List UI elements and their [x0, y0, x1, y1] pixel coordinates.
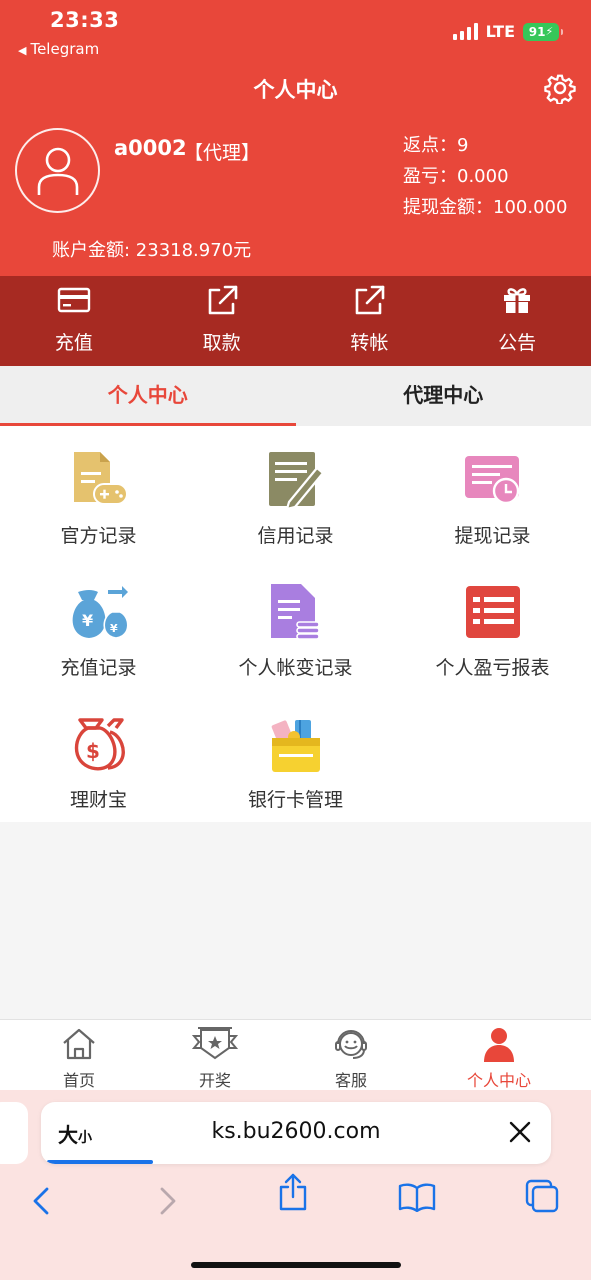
forward-icon[interactable] [158, 1186, 178, 1216]
recharge-button[interactable]: 充值 [0, 276, 148, 366]
document-clock-icon [464, 456, 519, 505]
nav-lottery-results[interactable]: 开奖 [155, 1020, 275, 1091]
action-bar: 充值 取款 转帐 公告 [0, 276, 591, 366]
list-table-icon [465, 586, 520, 638]
person-icon [484, 1028, 514, 1062]
external-link-icon [356, 285, 385, 315]
close-icon[interactable] [509, 1121, 531, 1143]
transfer-button[interactable]: 转帐 [296, 276, 444, 366]
recharge-label: 充值 [54, 332, 93, 354]
nav-personal-center[interactable]: 个人中心 [439, 1020, 559, 1091]
avatar[interactable] [15, 128, 100, 213]
back-triangle-icon: ◀ [18, 44, 27, 57]
card-icon [57, 287, 91, 313]
back-icon[interactable] [31, 1186, 51, 1216]
account-balance: 账户金额: 23318.970元 [52, 240, 252, 261]
gift-icon [504, 288, 531, 313]
dollar-bags-icon: $ [74, 718, 125, 771]
tab-personal-center[interactable]: 个人中心 [0, 366, 296, 426]
tabs-icon[interactable] [524, 1178, 560, 1214]
username: a0002 [114, 136, 187, 160]
browser-toolbar [0, 1173, 591, 1220]
money-bags-icon: ¥ ¥ [72, 586, 129, 639]
tab-agent-center[interactable]: 代理中心 [296, 366, 591, 426]
withdraw-amount-value: 提现金额：100.000 [403, 197, 568, 218]
profit-value: 盈亏：0.000 [403, 166, 509, 187]
profile-header: 23:33 ◀ Telegram LTE 91 ⚡ 个人中心 a0002 【代理】 … [0, 0, 591, 276]
battery-icon: 91 ⚡ [523, 22, 563, 41]
withdraw-button[interactable]: 取款 [148, 276, 296, 366]
grid-label: 信用记录 [257, 525, 334, 547]
network-label: LTE [485, 22, 515, 41]
transfer-label: 转帐 [350, 332, 389, 354]
bottom-navigation: 首页 开奖 客服 个人中心 [0, 1019, 591, 1090]
bookmarks-icon[interactable] [398, 1182, 436, 1212]
battery-level: 91 [528, 24, 546, 39]
withdraw-label: 取款 [202, 332, 241, 354]
nav-label: 首页 [62, 1071, 95, 1090]
grid-label: 个人盈亏报表 [435, 657, 550, 679]
previous-tab-card[interactable] [0, 1102, 28, 1164]
grid-label: 提现记录 [454, 525, 531, 547]
grid-label: 理财宝 [69, 789, 127, 811]
external-link-icon [208, 285, 237, 315]
badge-star-icon [192, 1027, 238, 1060]
role-badge: 【代理】 [184, 142, 261, 164]
nav-label: 客服 [334, 1071, 367, 1090]
back-app-label: Telegram [30, 40, 100, 58]
document-pen-icon [268, 452, 324, 511]
svg-text:¥: ¥ [82, 611, 93, 630]
announcement-label: 公告 [498, 332, 537, 354]
page-load-progress [47, 1160, 153, 1164]
address-bar[interactable]: 大小 ks.bu2600.com [41, 1102, 551, 1164]
signal-icon [452, 23, 478, 40]
grid-item-credit-records[interactable]: 信用记录 [197, 426, 394, 558]
browser-chrome: 大小 ks.bu2600.com [0, 1090, 591, 1280]
grid-item-wealth-management[interactable]: $ 理财宝 [0, 690, 197, 822]
grid-item-official-records[interactable]: 官方记录 [0, 426, 197, 558]
user-icon [37, 147, 79, 195]
center-tabs: 个人中心 代理中心 [0, 366, 591, 426]
nav-label: 开奖 [198, 1071, 231, 1090]
nav-home[interactable]: 首页 [19, 1020, 139, 1091]
grid-item-recharge-records[interactable]: ¥ ¥ 充值记录 [0, 558, 197, 690]
function-grid: 官方记录 信用记录 提现记录 ¥ ¥ 充值记录 个人帐变记录 个人盈亏报表 $ … [0, 426, 591, 822]
grid-item-profit-report[interactable]: 个人盈亏报表 [394, 558, 591, 690]
svg-text:¥: ¥ [110, 622, 118, 635]
document-coins-icon [270, 584, 320, 640]
grid-label: 个人帐变记录 [238, 657, 353, 679]
url-text: ks.bu2600.com [211, 1119, 381, 1144]
grid-item-bank-card-management[interactable]: 银行卡管理 [197, 690, 394, 822]
home-indicator [191, 1262, 401, 1268]
grid-label: 充值记录 [60, 657, 137, 679]
rebate-value: 返点：9 [403, 135, 469, 156]
wallet-cards-icon [271, 720, 320, 772]
grid-item-withdraw-records[interactable]: 提现记录 [394, 426, 591, 558]
grid-label: 银行卡管理 [247, 789, 343, 811]
nav-label: 个人中心 [466, 1071, 531, 1090]
document-gamepad-icon [73, 452, 128, 505]
page-title: 个人中心 [253, 78, 338, 102]
home-icon [63, 1028, 95, 1060]
svg-text:$: $ [86, 739, 100, 763]
announcement-button[interactable]: 公告 [443, 276, 591, 366]
support-agent-icon [335, 1030, 367, 1059]
status-time: 23:33 [50, 8, 120, 32]
back-to-app-link[interactable]: ◀ Telegram [18, 40, 99, 58]
grid-label: 官方记录 [60, 525, 137, 547]
share-icon[interactable] [277, 1172, 309, 1212]
account-stats: 返点：9 盈亏：0.000 提现金额：100.000 [403, 130, 567, 223]
gear-icon[interactable] [544, 72, 576, 104]
status-indicators: LTE 91 ⚡ [452, 22, 563, 41]
nav-customer-service[interactable]: 客服 [291, 1020, 411, 1091]
grid-item-account-change-records[interactable]: 个人帐变记录 [197, 558, 394, 690]
